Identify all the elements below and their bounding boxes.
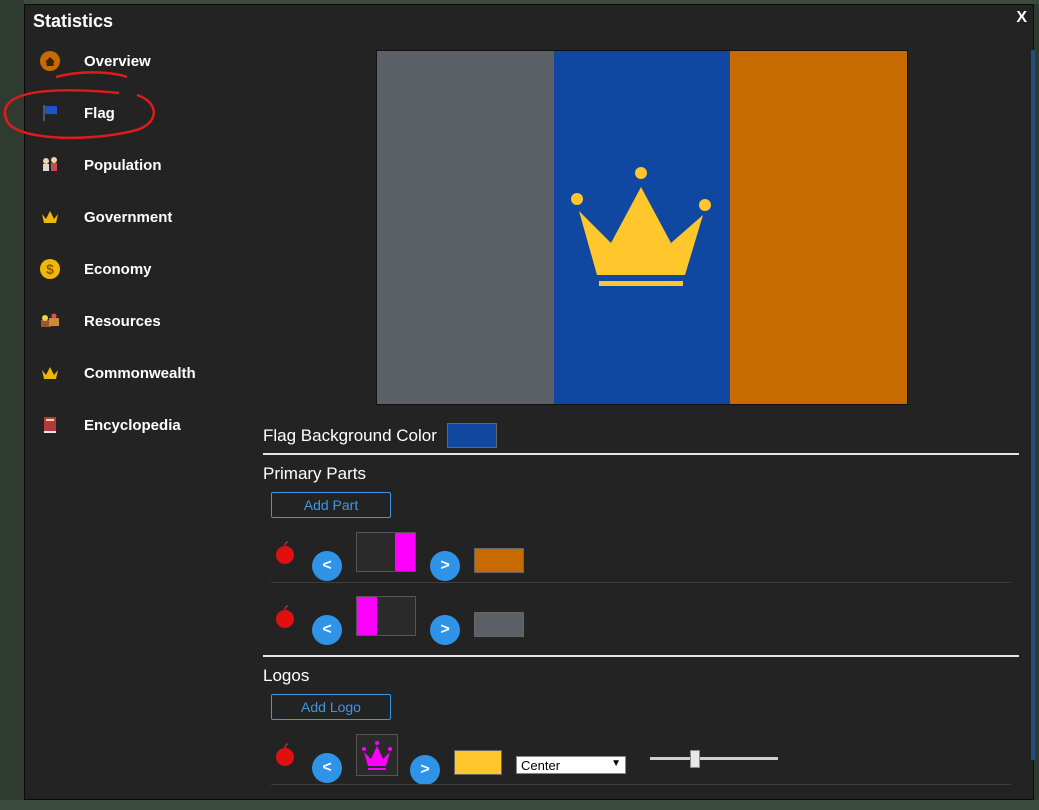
window-title: Statistics [33, 11, 114, 31]
logo-color-swatch[interactable] [454, 750, 502, 775]
flag-stripe [377, 51, 554, 404]
flag-background-color-swatch[interactable] [447, 423, 497, 448]
close-button[interactable]: X [1016, 9, 1027, 27]
sidebar-item-label: Government [84, 208, 173, 226]
coin-icon: $ [38, 257, 62, 281]
sidebar-item-label: Population [84, 156, 162, 174]
next-part-button[interactable]: > [430, 551, 460, 581]
divider [263, 655, 1019, 657]
sidebar-item-resources[interactable]: Resources [35, 301, 245, 341]
part-preview [356, 532, 416, 572]
people-icon [38, 153, 62, 177]
apple-icon[interactable] [274, 605, 296, 629]
sidebar-item-encyclopedia[interactable]: Encyclopedia [35, 405, 245, 445]
chevron-down-icon: ▼ [611, 758, 621, 769]
add-logo-button[interactable]: Add Logo [271, 694, 391, 720]
book-icon [38, 413, 62, 437]
slider-handle[interactable] [689, 750, 700, 768]
sidebar-item-economy[interactable]: $ Economy [35, 249, 245, 289]
annotation-circle [3, 71, 156, 140]
previous-part-button[interactable]: < [312, 615, 342, 645]
previous-part-button[interactable]: < [312, 551, 342, 581]
sidebar-item-commonwealth[interactable]: Commonwealth [35, 353, 245, 393]
next-logo-button[interactable]: > [410, 755, 440, 785]
next-part-button[interactable]: > [430, 615, 460, 645]
apple-icon[interactable] [274, 743, 296, 767]
resources-icon [38, 309, 62, 333]
sidebar-item-label: Economy [84, 260, 152, 278]
sidebar-item-population[interactable]: Population [35, 145, 245, 185]
crown-icon [362, 741, 392, 770]
part-preview-fill [395, 533, 415, 571]
part-color-swatch[interactable] [474, 612, 524, 637]
sidebar-item-government[interactable]: Government [35, 197, 245, 237]
add-part-button[interactable]: Add Part [271, 492, 391, 518]
svg-text:$: $ [46, 261, 54, 277]
logos-title: Logos [263, 666, 310, 685]
logo-position-select[interactable]: Center ▼ [516, 756, 626, 774]
row-divider [271, 582, 1011, 583]
flag-stripe [730, 51, 908, 404]
flag-preview [376, 50, 908, 405]
crown-icon [38, 205, 62, 229]
previous-logo-button[interactable]: < [312, 753, 342, 783]
logo-size-slider[interactable] [650, 757, 778, 760]
primary-parts-title: Primary Parts [263, 464, 366, 483]
logo-position-value: Center [521, 757, 561, 773]
sidebar-item-label: Encyclopedia [84, 416, 181, 434]
divider [263, 453, 1019, 455]
part-preview [356, 596, 416, 636]
sidebar-item-label: Resources [84, 312, 161, 330]
sidebar-item-label: Commonwealth [84, 364, 196, 382]
background-strip [0, 800, 1039, 810]
scrollbar[interactable] [1031, 50, 1035, 760]
part-color-swatch[interactable] [474, 548, 524, 573]
statistics-window: Statistics X Overview Flag Population Go… [3, 4, 1035, 800]
crown-icon [553, 163, 731, 291]
logo-preview [356, 734, 398, 776]
flag-background-label: Flag Background Color [263, 426, 437, 445]
part-preview-fill [357, 597, 377, 635]
crown-icon [38, 361, 62, 385]
apple-icon[interactable] [274, 541, 296, 565]
row-divider [271, 784, 1011, 785]
